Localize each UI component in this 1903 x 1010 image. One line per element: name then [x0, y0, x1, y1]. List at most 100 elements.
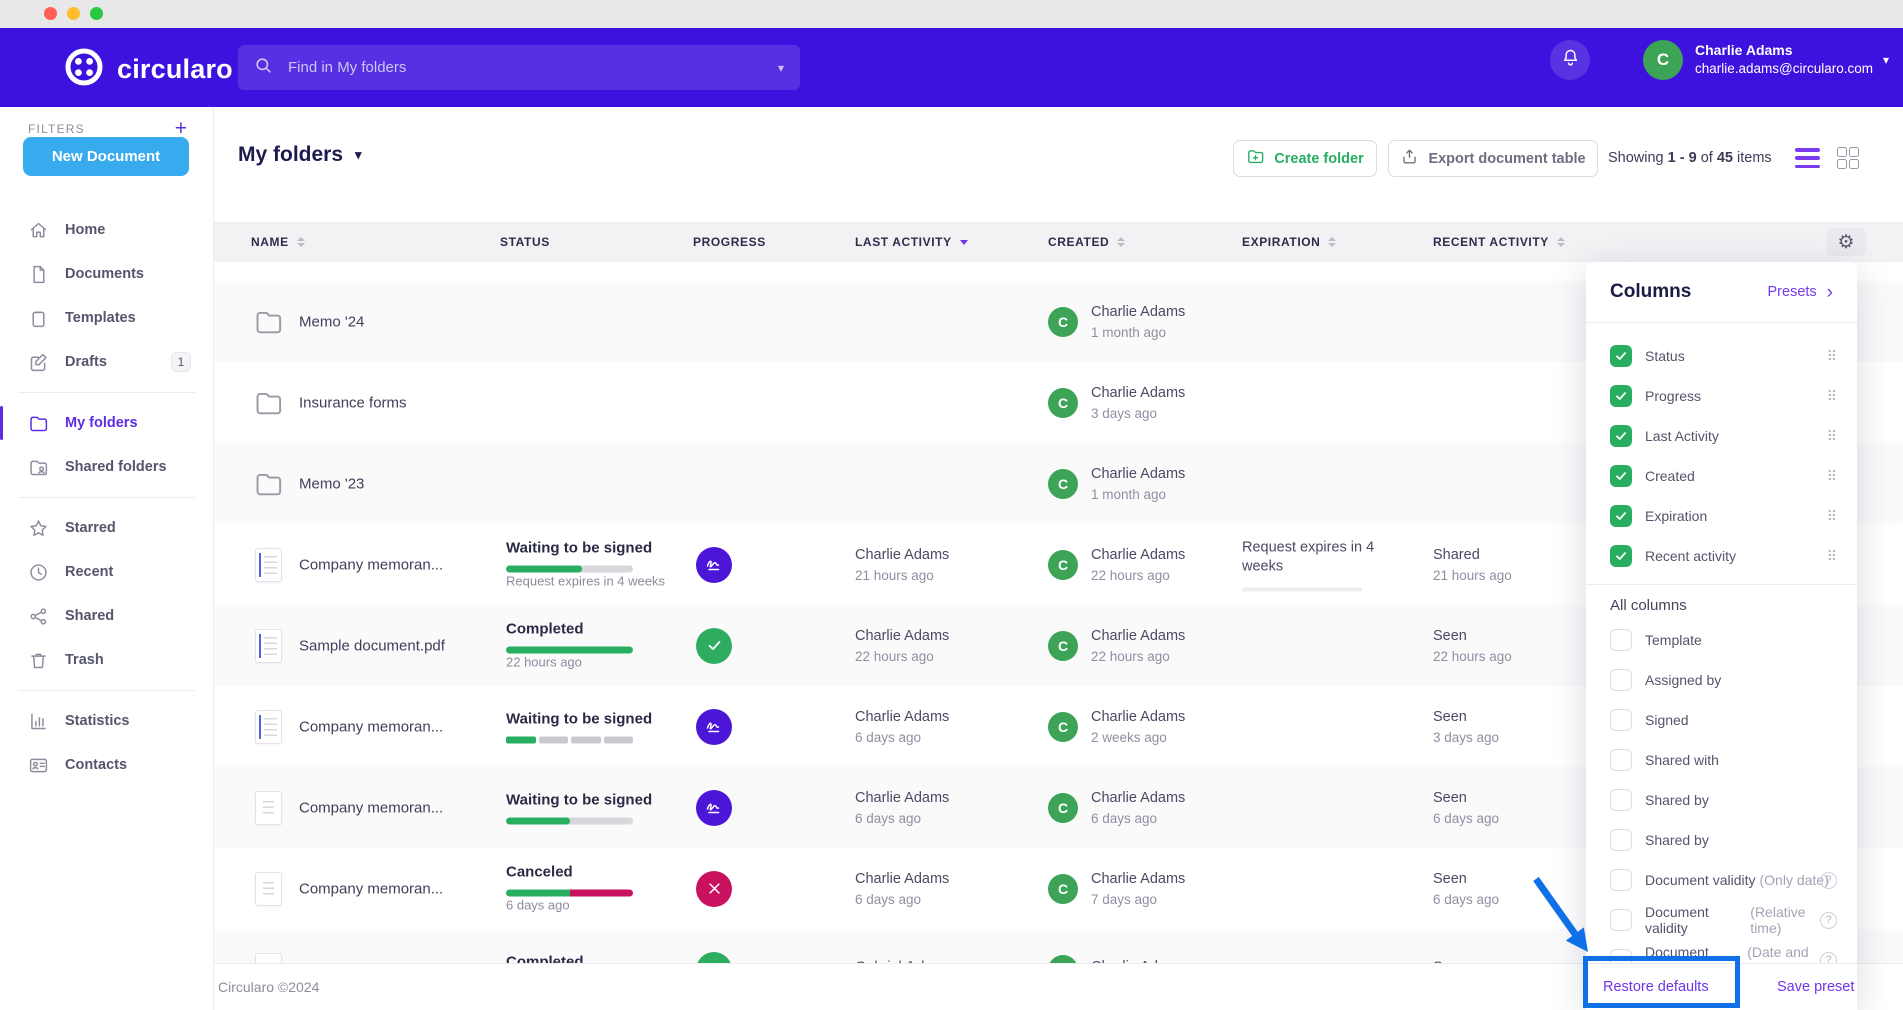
last-activity-cell: Charlie Adams 21 hours ago [855, 547, 949, 583]
checkbox-checked-icon[interactable] [1610, 345, 1632, 367]
checkbox-checked-icon[interactable] [1610, 465, 1632, 487]
document-icon [250, 629, 286, 663]
columns-panel: Columns Presets › Status ⠿ Progress ⠿ La… [1586, 262, 1857, 1010]
sidebar-divider [18, 392, 195, 393]
help-icon: ? [1820, 872, 1837, 889]
progress-bar [506, 817, 633, 824]
column-toggle-unchecked[interactable]: Document validity (Only date) ? [1586, 860, 1857, 900]
columns-panel-title: Columns [1610, 281, 1691, 303]
zoom-window-icon[interactable] [90, 7, 103, 20]
presets-link[interactable]: Presets › [1768, 283, 1834, 302]
expiration-cell: Request expires in 4 weeks [1242, 538, 1394, 591]
checkbox-unchecked-icon[interactable] [1610, 829, 1632, 851]
column-header[interactable]: NAME [251, 222, 305, 262]
drag-handle-icon[interactable]: ⠿ [1827, 348, 1837, 365]
new-document-button[interactable]: New Document [23, 137, 189, 176]
drag-handle-icon[interactable]: ⠿ [1827, 388, 1837, 405]
status-label: Completed [506, 620, 584, 637]
drag-handle-icon[interactable]: ⠿ [1827, 548, 1837, 565]
created-time: 1 month ago [1091, 487, 1185, 502]
search-input[interactable] [286, 58, 778, 77]
column-toggle-label: Progress [1645, 388, 1701, 404]
sidebar-item-shared-folders[interactable]: Shared folders [0, 445, 213, 489]
checkbox-checked-icon[interactable] [1610, 385, 1632, 407]
status-cell: Waiting to be signed [506, 710, 681, 743]
checkbox-unchecked-icon[interactable] [1610, 709, 1632, 731]
minimize-window-icon[interactable] [67, 7, 80, 20]
column-toggle-unchecked[interactable]: Signed ? [1586, 700, 1857, 740]
column-toggle-label: Signed [1645, 712, 1689, 728]
column-toggle-progress[interactable]: Progress ⠿ [1586, 376, 1857, 416]
column-header[interactable]: RECENT ACTIVITY [1433, 222, 1565, 262]
user-menu[interactable]: C Charlie Adams charlie.adams@circularo.… [1643, 40, 1889, 80]
drag-handle-icon[interactable]: ⠿ [1827, 468, 1837, 485]
export-document-table-button[interactable]: Export document table [1388, 140, 1598, 177]
column-toggle-unchecked[interactable]: Document validity (Relative time) ? [1586, 900, 1857, 940]
column-toggle-unchecked[interactable]: Shared by ? [1586, 780, 1857, 820]
sidebar-item-statistics[interactable]: Statistics [0, 699, 213, 743]
column-header[interactable]: LAST ACTIVITY [855, 222, 968, 262]
sidebar-item-my-folders[interactable]: My folders [0, 401, 213, 445]
sidebar-item-shared[interactable]: Shared [0, 594, 213, 638]
checkbox-unchecked-icon[interactable] [1610, 629, 1632, 651]
column-toggle-unchecked[interactable]: Shared with ? [1586, 740, 1857, 780]
document-icon [250, 710, 286, 744]
brand-logo[interactable]: circularo [62, 45, 233, 94]
save-preset-button[interactable]: Save preset [1777, 979, 1854, 995]
column-toggle-unchecked[interactable]: Assigned by ? [1586, 660, 1857, 700]
stats-icon [28, 711, 49, 732]
list-view-toggle[interactable] [1795, 148, 1820, 168]
column-header[interactable]: CREATED [1048, 222, 1125, 262]
checkbox-unchecked-icon[interactable] [1610, 789, 1632, 811]
sidebar-item-drafts[interactable]: Drafts 1 [0, 340, 213, 384]
person-name: Charlie Adams [1091, 871, 1185, 887]
recent-activity-cell: Shared 21 hours ago [1433, 547, 1512, 583]
item-name: Memo '24 [299, 313, 364, 330]
grid-view-toggle[interactable] [1837, 147, 1859, 169]
search-icon [254, 56, 273, 80]
activity-time: 6 days ago [855, 730, 949, 745]
sidebar-item-documents[interactable]: Documents [0, 252, 213, 296]
column-toggle-created[interactable]: Created ⠿ [1586, 456, 1857, 496]
sidebar-item-trash[interactable]: Trash [0, 638, 213, 682]
sign-status-icon [696, 547, 732, 583]
column-settings-button[interactable]: ⚙ [1826, 228, 1866, 256]
avatar: C [1048, 469, 1078, 499]
avatar: C [1048, 550, 1078, 580]
sidebar-item-home[interactable]: Home [0, 208, 213, 252]
checkbox-checked-icon[interactable] [1610, 505, 1632, 527]
column-header[interactable]: STATUS [500, 222, 550, 262]
column-toggle-last-activity[interactable]: Last Activity ⠿ [1586, 416, 1857, 456]
checkbox-checked-icon[interactable] [1610, 425, 1632, 447]
showing-total: 45 [1717, 150, 1733, 166]
item-name: Sample document.pdf [299, 637, 445, 654]
sidebar-item-templates[interactable]: Templates [0, 296, 213, 340]
item-name: Company memoran... [299, 799, 443, 816]
close-window-icon[interactable] [44, 7, 57, 20]
sidebar-item-starred[interactable]: Starred [0, 506, 213, 550]
sidebar-item-contacts[interactable]: Contacts [0, 743, 213, 787]
create-folder-button[interactable]: Create folder [1233, 140, 1377, 177]
search-scope-dropdown-icon[interactable]: ▾ [778, 61, 784, 75]
drag-handle-icon[interactable]: ⠿ [1827, 508, 1837, 525]
folder-shared-icon [28, 457, 49, 478]
trash-icon [28, 650, 49, 671]
sign-status-icon [696, 790, 732, 826]
checkbox-unchecked-icon[interactable] [1610, 749, 1632, 771]
column-header[interactable]: EXPIRATION [1242, 222, 1336, 262]
status-label: Canceled [506, 863, 573, 880]
created-time: 3 days ago [1091, 406, 1185, 421]
checkbox-checked-icon[interactable] [1610, 545, 1632, 567]
column-toggle-unchecked[interactable]: Template ? [1586, 620, 1857, 660]
column-header[interactable]: PROGRESS [693, 222, 766, 262]
column-toggle-expiration[interactable]: Expiration ⠿ [1586, 496, 1857, 536]
notifications-button[interactable] [1550, 40, 1590, 80]
checkbox-unchecked-icon[interactable] [1610, 669, 1632, 691]
file-icon [28, 264, 49, 285]
drag-handle-icon[interactable]: ⠿ [1827, 428, 1837, 445]
page-title[interactable]: My folders ▾ [238, 143, 362, 167]
column-toggle-unchecked[interactable]: Shared by ? [1586, 820, 1857, 860]
sidebar-item-recent[interactable]: Recent [0, 550, 213, 594]
column-toggle-status[interactable]: Status ⠿ [1586, 336, 1857, 376]
column-toggle-recent-activity[interactable]: Recent activity ⠿ [1586, 536, 1857, 576]
